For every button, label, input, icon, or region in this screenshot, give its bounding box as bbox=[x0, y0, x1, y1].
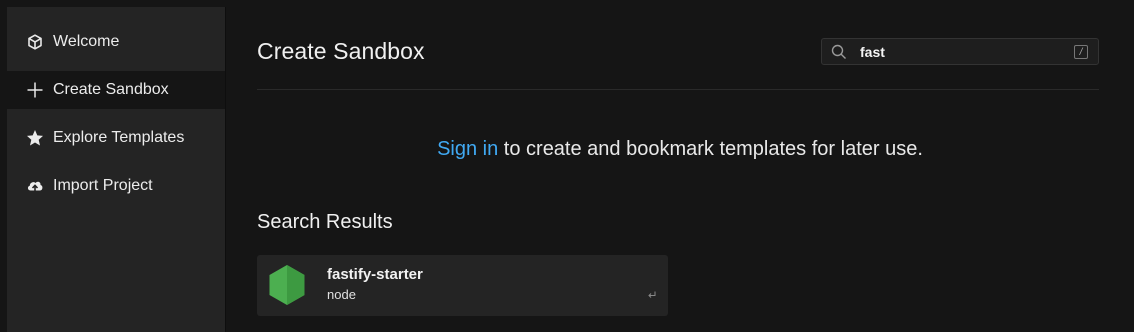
sidebar-item-explore-templates[interactable]: Explore Templates bbox=[7, 119, 225, 157]
search-box[interactable]: / bbox=[821, 38, 1099, 65]
signin-prompt: Sign in to create and bookmark templates… bbox=[226, 138, 1134, 161]
nodejs-hexagon-icon bbox=[268, 264, 306, 306]
sidebar-item-label: Explore Templates bbox=[53, 129, 185, 146]
cube-icon bbox=[26, 33, 44, 51]
main-panel: Create Sandbox / Sign in to create and b… bbox=[226, 7, 1134, 332]
sidebar-item-label: Welcome bbox=[53, 33, 120, 50]
create-sandbox-modal: Welcome Create Sandbox Explore Templates bbox=[7, 7, 1134, 332]
sidebar-item-welcome[interactable]: Welcome bbox=[7, 23, 225, 61]
header: Create Sandbox / bbox=[257, 7, 1099, 90]
sidebar: Welcome Create Sandbox Explore Templates bbox=[7, 7, 226, 332]
search-input[interactable] bbox=[860, 43, 1074, 60]
search-icon bbox=[831, 43, 849, 61]
sidebar-item-create-sandbox[interactable]: Create Sandbox bbox=[7, 71, 225, 109]
search-results-title: Search Results bbox=[257, 211, 393, 233]
keyboard-shortcut-hint: / bbox=[1074, 44, 1088, 59]
sidebar-item-label: Create Sandbox bbox=[53, 81, 169, 98]
sidebar-item-label: Import Project bbox=[53, 177, 153, 194]
cloud-upload-icon bbox=[26, 177, 44, 195]
template-name: fastify-starter bbox=[327, 266, 423, 283]
enter-key-icon bbox=[647, 287, 657, 298]
signin-prompt-text: to create and bookmark templates for lat… bbox=[498, 138, 923, 160]
sign-in-link[interactable]: Sign in bbox=[437, 138, 498, 160]
plus-icon bbox=[26, 81, 44, 99]
template-card[interactable]: fastify-starter node bbox=[257, 255, 668, 316]
template-environment: node bbox=[327, 287, 356, 302]
page-title: Create Sandbox bbox=[257, 38, 425, 64]
window-frame: Welcome Create Sandbox Explore Templates bbox=[0, 0, 1134, 332]
star-icon bbox=[26, 129, 44, 147]
sidebar-item-import-project[interactable]: Import Project bbox=[7, 167, 225, 205]
